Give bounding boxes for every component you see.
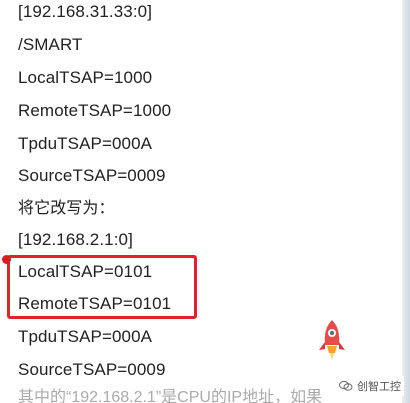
watermark: 创智工控: [336, 376, 404, 396]
text-line: SourceTSAP=0009: [18, 360, 166, 379]
watermark-label: 创智工控: [357, 380, 401, 393]
text-line: /SMART: [18, 35, 83, 54]
text-line: LocalTSAP=1000: [18, 68, 153, 87]
text-line: 将它改写为：: [18, 198, 115, 217]
scroll-edge: [402, 0, 410, 403]
rocket-icon: [319, 320, 345, 360]
text-line: TpduTSAP=000A: [18, 134, 153, 153]
text-line: [192.168.2.1:0]: [18, 230, 133, 249]
text-line: SourceTSAP=0009: [18, 166, 166, 185]
text-line: RemoteTSAP=1000: [18, 101, 172, 120]
wechat-icon: [339, 380, 353, 391]
highlight-box: [7, 255, 197, 319]
text-line: [192.168.31.33:0]: [18, 2, 153, 21]
text-page: [192.168.31.33:0] /SMART LocalTSAP=1000 …: [0, 0, 410, 403]
text-line: TpduTSAP=000A: [18, 327, 153, 346]
